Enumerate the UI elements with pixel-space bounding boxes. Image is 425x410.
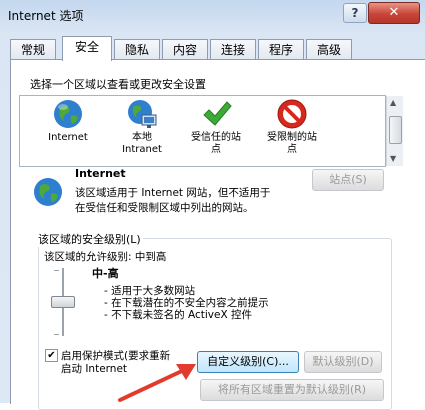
scroll-up-icon[interactable]: ▲ — [390, 98, 396, 107]
zone-label-intranet: 本地 Intranet — [122, 132, 162, 155]
security-level-name: 中-高 — [92, 267, 119, 280]
zone-item-internet[interactable]: Internet — [36, 98, 100, 144]
tab-programs[interactable]: 程序 — [258, 39, 304, 60]
title-bar: Internet 选项 ? ✕ — [0, 0, 425, 30]
security-level-group-title: 该区域的安全级别(L) — [36, 231, 143, 247]
globe-icon — [54, 100, 82, 128]
zone-label-trusted-sites: 受信任的站 点 — [191, 132, 241, 155]
security-level-slider-thumb[interactable] — [51, 296, 75, 308]
window-title: Internet 选项 — [8, 9, 84, 23]
zone-label-internet: Internet — [48, 132, 88, 143]
selected-zone-description-line2: 在受信任和受限制区域中列出的网站。 — [75, 202, 254, 214]
zone-label-restricted-sites: 受限制的站 点 — [267, 132, 317, 155]
allowed-levels-text: 该区域的允许级别: 中到高 — [44, 251, 167, 263]
selected-zone-description-line1: 该区域适用于 Internet 网站，但不适用于 — [75, 187, 271, 199]
level-bullet-3: - 不下载未签名的 ActiveX 控件 — [104, 309, 252, 321]
tab-advanced[interactable]: 高级 — [306, 39, 352, 60]
annotation-arrow — [118, 364, 196, 402]
intranet-globe-icon — [128, 100, 157, 128]
tab-general[interactable]: 常规 — [10, 39, 56, 60]
zone-item-restricted-sites[interactable]: 受限制的站 点 — [260, 98, 324, 156]
protected-mode-checkbox[interactable]: ✔ — [45, 349, 58, 362]
no-entry-icon — [277, 99, 307, 129]
custom-level-button[interactable]: 自定义级别(C)... — [197, 351, 299, 373]
selected-zone-title: Internet — [75, 167, 126, 180]
help-button[interactable]: ? — [343, 3, 367, 23]
green-check-icon — [203, 101, 232, 126]
tab-connections[interactable]: 连接 — [210, 39, 256, 60]
internet-options-window: Internet 选项 ? ✕ 常规 安全 隐私 内容 连接 程序 高级 选择一… — [0, 0, 425, 410]
tab-security[interactable]: 安全 — [62, 36, 112, 61]
reset-all-zones-button[interactable]: 将所有区域重置为默认级别(R) — [200, 379, 384, 401]
scrollbar-thumb[interactable] — [389, 116, 402, 144]
tab-content[interactable]: 内容 — [162, 39, 208, 60]
zone-list: Internet 本地 Intranet 受信任的站 点 受限制的站 点 ▲ ▼ — [19, 95, 403, 167]
slider-tick-top — [54, 270, 59, 271]
zone-list-scrollbar[interactable]: ▲ ▼ — [386, 96, 403, 166]
zone-item-intranet[interactable]: 本地 Intranet — [110, 98, 174, 156]
zone-prompt: 选择一个区域以查看或更改安全设置 — [30, 78, 206, 91]
sites-button[interactable]: 站点(S) — [312, 169, 384, 191]
tab-privacy[interactable]: 隐私 — [114, 39, 160, 60]
slider-tick-bottom — [54, 334, 59, 335]
default-level-button[interactable]: 默认级别(D) — [304, 351, 382, 373]
selected-zone-globe-icon — [34, 178, 62, 206]
close-button[interactable]: ✕ — [368, 2, 420, 24]
zone-item-trusted-sites[interactable]: 受信任的站 点 — [184, 98, 248, 156]
scroll-down-icon[interactable]: ▼ — [390, 154, 396, 163]
